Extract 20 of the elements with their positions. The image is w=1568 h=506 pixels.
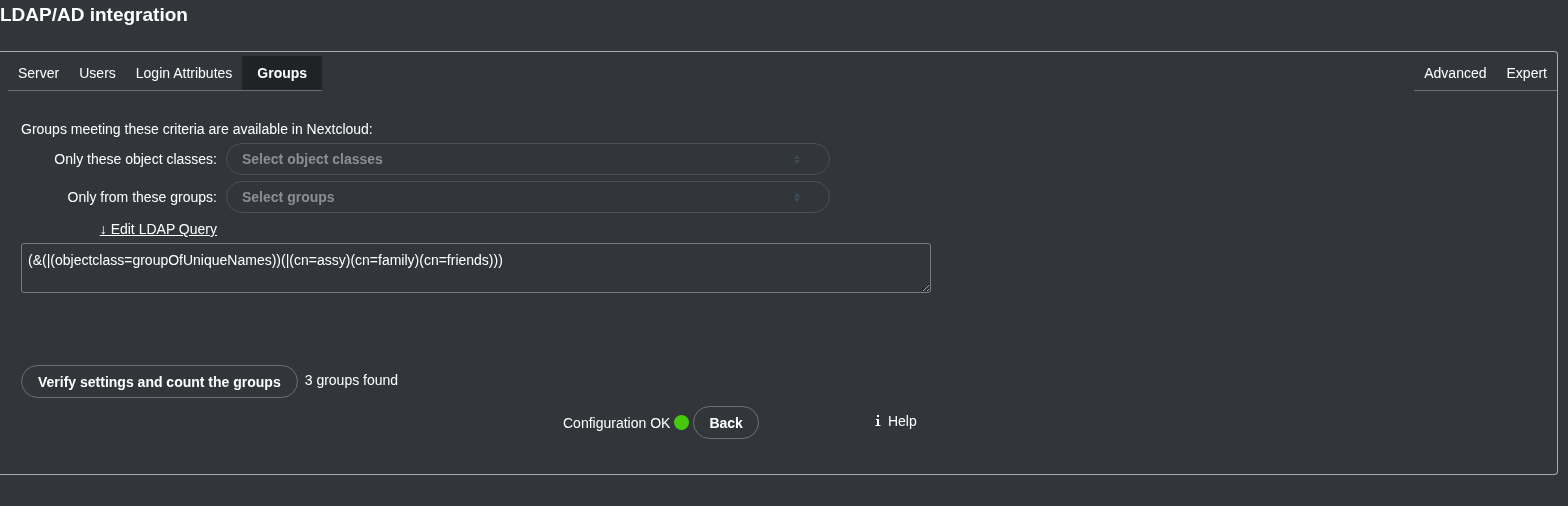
sort-arrows-icon	[794, 192, 800, 202]
tab[interactable]: Server	[8, 56, 70, 90]
filter-label: Only these object classes:	[53, 151, 217, 167]
tab[interactable]: Groups	[242, 56, 323, 90]
result-text: 3 groups found	[304, 371, 399, 388]
tab[interactable]: Advanced	[1414, 56, 1497, 90]
intro-text: Groups meeting these criteria are available in Nextcloud:	[21, 121, 374, 137]
query-field[interactable]: (&(|(objectclass=groupOfUniqueNames))(|(cn=assy)(cn=family)(cn=friends)))	[21, 243, 931, 293]
verify-button[interactable]: Verify settings and count the groups	[21, 365, 298, 398]
sort-arrows-icon	[794, 154, 800, 164]
info-icon	[874, 415, 881, 426]
tab[interactable]: Users	[69, 56, 126, 90]
page-title: LDAP/AD integration	[0, 3, 189, 27]
filter-label: Only from these groups:	[66, 189, 217, 205]
help-link[interactable]: Help	[874, 412, 917, 429]
edit-query-link[interactable]: ↓ Edit LDAP Query	[99, 221, 217, 237]
status-text: Configuration OK	[563, 414, 671, 431]
back-button[interactable]: Back	[693, 406, 759, 439]
tab[interactable]: Expert	[1496, 56, 1557, 90]
tab[interactable]: Login Attributes	[125, 56, 243, 90]
